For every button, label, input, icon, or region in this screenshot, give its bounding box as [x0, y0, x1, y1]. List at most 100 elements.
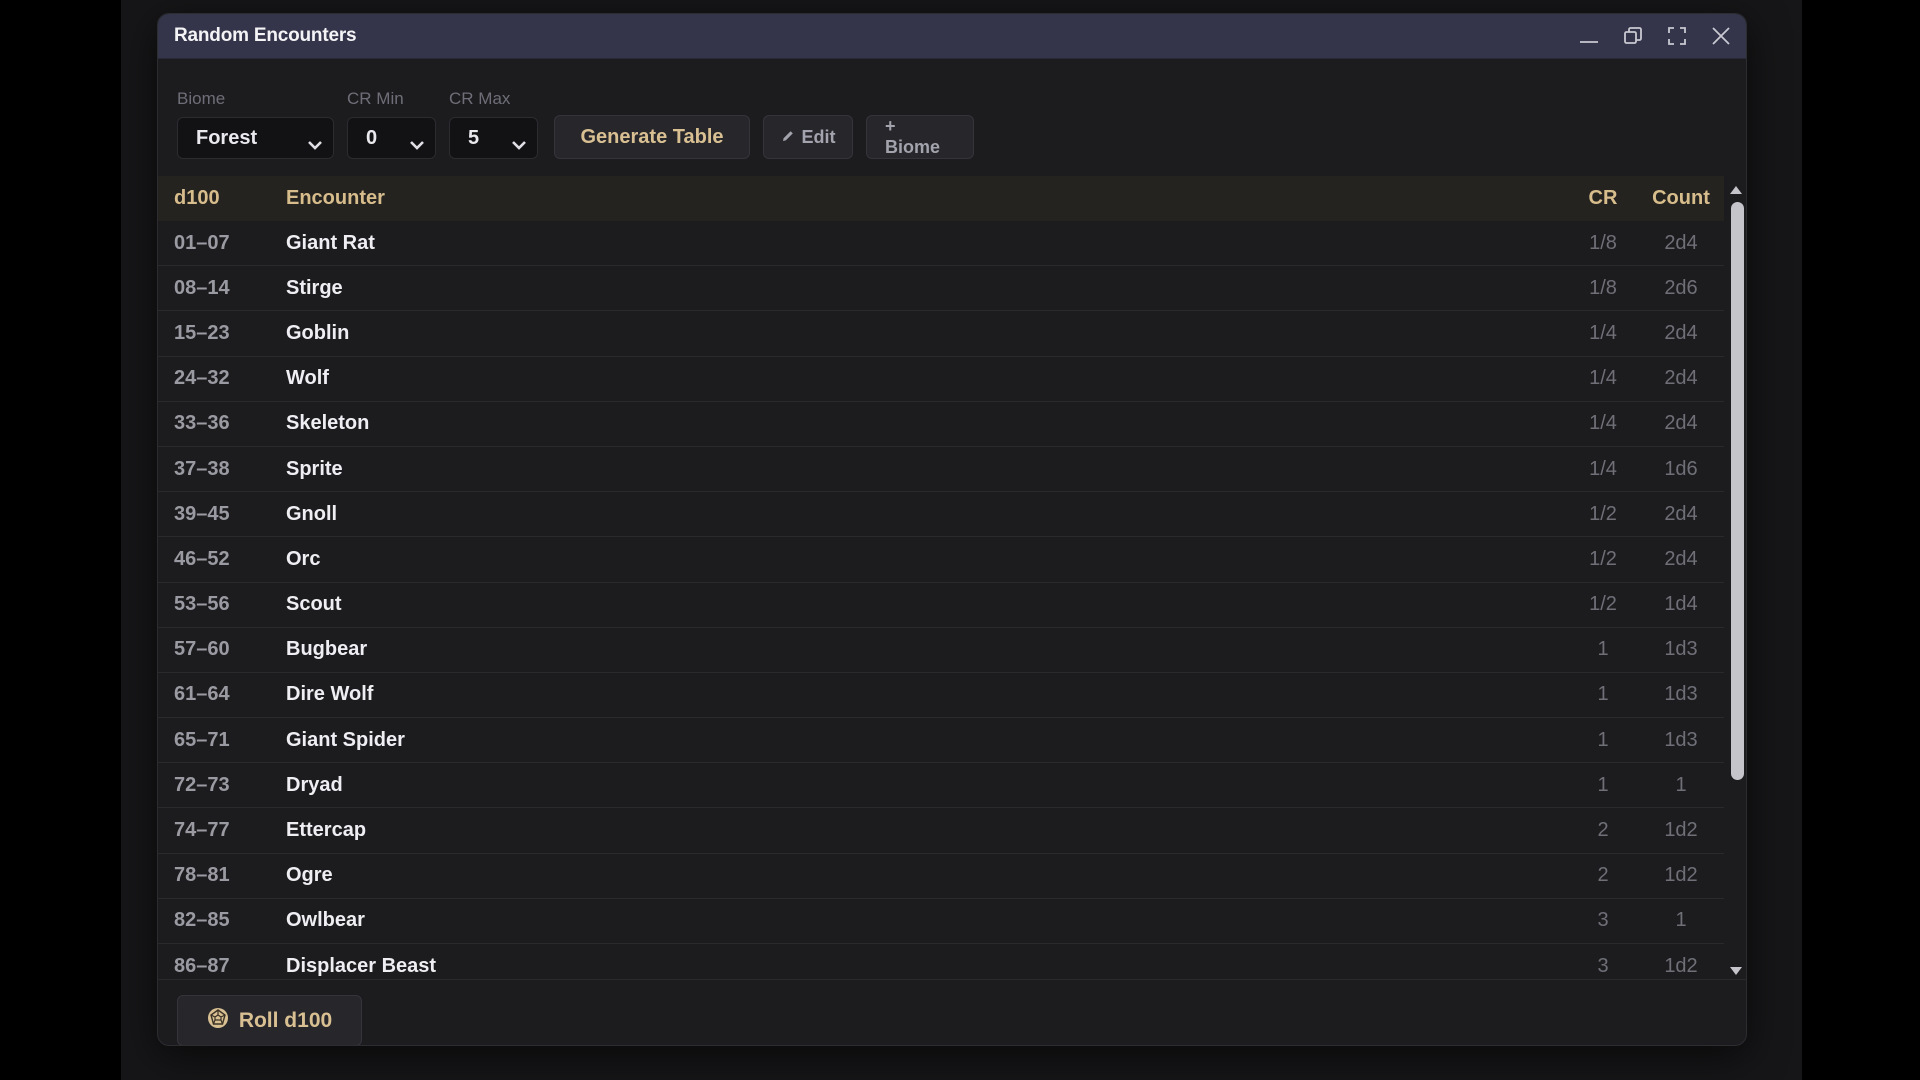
window-controls	[1578, 25, 1732, 47]
cell-cr: 1	[1597, 728, 1609, 751]
biome-field: Biome Forest	[177, 89, 334, 159]
roll-d100-button[interactable]: Roll d100	[177, 995, 362, 1045]
encounter-table: d100 Encounter CR Count 01–07 Giant Rat 1/…	[158, 176, 1746, 979]
table-row[interactable]: 24–32 Wolf 1/4 2d4	[158, 357, 1724, 402]
add-biome-button[interactable]: + Biome	[866, 115, 974, 159]
cr-max-label: CR Max	[449, 89, 511, 108]
cell-cr: 2	[1597, 819, 1609, 842]
table-row[interactable]: 01–07 Giant Rat 1/8 2d4	[158, 221, 1724, 267]
table-row[interactable]: 08–14 Stirge 1/8 2d6	[158, 266, 1724, 312]
table-scrollbar[interactable]	[1724, 176, 1746, 979]
cell-range: 57–60	[174, 638, 230, 661]
cell-count: 2d4	[1664, 502, 1698, 525]
add-biome-label: + Biome	[885, 116, 941, 157]
cell-cr: 1/8	[1589, 231, 1617, 254]
table-row[interactable]: 46–52 Orc 1/2 2d4	[158, 537, 1724, 583]
cell-count: 2d4	[1664, 412, 1698, 435]
cell-range: 65–71	[174, 728, 230, 751]
close-icon[interactable]	[1710, 25, 1732, 47]
cell-range: 74–77	[174, 819, 230, 842]
table-row[interactable]: 82–85 Owlbear 3 1	[158, 899, 1724, 944]
table-row[interactable]: 53–56 Scout 1/2 1d4	[158, 583, 1724, 628]
cell-range: 24–32	[174, 367, 230, 390]
table-row[interactable]: 86–87 Displacer Beast 3 1d2	[158, 944, 1724, 979]
cell-range: 15–23	[174, 321, 230, 344]
table-row[interactable]: 61–64 Dire Wolf 1 1d3	[158, 673, 1724, 719]
cell-cr: 1/2	[1589, 593, 1617, 616]
random-encounters-window: Random Encounters Biome Forest CR Min 0 …	[157, 13, 1747, 1046]
cell-cr: 1/8	[1589, 276, 1617, 299]
scrollbar-thumb[interactable]	[1731, 202, 1744, 780]
cell-count: 1d3	[1664, 683, 1698, 706]
cell-range: 37–38	[174, 457, 230, 480]
cell-cr: 1/2	[1589, 502, 1617, 525]
filter-toolbar: Biome Forest CR Min 0 CR Max 5 Generate …	[158, 59, 1746, 175]
chevron-down-icon	[409, 133, 425, 150]
cell-cr: 1/4	[1589, 457, 1617, 480]
edit-label: Edit	[801, 126, 836, 147]
table-row[interactable]: 39–45 Gnoll 1/2 2d4	[158, 492, 1724, 538]
cell-encounter: Dire Wolf	[286, 683, 374, 706]
cell-range: 53–56	[174, 593, 230, 616]
minimize-icon[interactable]	[1578, 25, 1600, 47]
cell-cr: 1	[1597, 683, 1609, 706]
column-header-cr[interactable]: CR	[1564, 187, 1642, 210]
column-header-d100[interactable]: d100	[158, 187, 286, 210]
dice-icon	[207, 1007, 229, 1035]
cell-count: 1d2	[1664, 819, 1698, 842]
cell-cr: 1/4	[1589, 412, 1617, 435]
chevron-down-icon	[307, 133, 323, 150]
table-row[interactable]: 74–77 Ettercap 2 1d2	[158, 808, 1724, 854]
cell-range: 33–36	[174, 412, 230, 435]
cell-encounter: Ettercap	[286, 819, 367, 842]
cell-encounter: Goblin	[286, 321, 350, 344]
cell-encounter: Skeleton	[286, 412, 370, 435]
table-row[interactable]: 65–71 Giant Spider 1 1d3	[158, 718, 1724, 764]
biome-value: Forest	[196, 126, 258, 149]
cell-encounter: Wolf	[286, 367, 329, 390]
cr-max-value: 5	[468, 126, 480, 149]
generate-table-button[interactable]: Generate Table	[554, 115, 750, 159]
cell-cr: 1/4	[1589, 321, 1617, 344]
window-title: Random Encounters	[174, 25, 357, 46]
cell-count: 2d4	[1664, 321, 1698, 344]
cell-count: 1	[1675, 773, 1687, 796]
cr-max-select[interactable]: 5	[449, 117, 538, 159]
cell-encounter: Bugbear	[286, 638, 368, 661]
restore-icon[interactable]	[1622, 25, 1644, 47]
cell-encounter: Owlbear	[286, 909, 365, 932]
scroll-down-arrow-icon[interactable]	[1729, 963, 1743, 975]
table-row[interactable]: 72–73 Dryad 1 1	[158, 763, 1724, 809]
cell-cr: 1/4	[1589, 367, 1617, 390]
cell-range: 46–52	[174, 547, 230, 570]
generate-table-label: Generate Table	[580, 125, 724, 148]
cell-count: 1	[1675, 909, 1687, 932]
scroll-up-arrow-icon[interactable]	[1729, 182, 1743, 194]
table-row[interactable]: 33–36 Skeleton 1/4 2d4	[158, 402, 1724, 447]
cell-encounter: Ogre	[286, 864, 333, 887]
column-header-count[interactable]: Count	[1642, 187, 1724, 210]
biome-select[interactable]: Forest	[177, 117, 334, 159]
cell-encounter: Orc	[286, 547, 321, 570]
column-header-encounter[interactable]: Encounter	[286, 187, 1564, 210]
cr-min-select[interactable]: 0	[347, 117, 436, 159]
edit-button[interactable]: Edit	[763, 115, 853, 159]
cell-count: 1d3	[1664, 638, 1698, 661]
maximize-icon[interactable]	[1666, 25, 1688, 47]
cr-min-field: CR Min 0	[347, 89, 436, 159]
table-header-row: d100 Encounter CR Count	[158, 176, 1724, 221]
cell-encounter: Gnoll	[286, 502, 338, 525]
cell-range: 01–07	[174, 231, 230, 254]
chevron-down-icon	[511, 133, 527, 150]
cell-cr: 3	[1597, 909, 1609, 932]
table-row[interactable]: 57–60 Bugbear 1 1d3	[158, 628, 1724, 673]
table-row[interactable]: 37–38 Sprite 1/4 1d6	[158, 447, 1724, 493]
table-row[interactable]: 78–81 Ogre 2 1d2	[158, 854, 1724, 899]
cr-min-label: CR Min	[347, 89, 404, 108]
window-titlebar[interactable]: Random Encounters	[158, 14, 1746, 59]
table-body: 01–07 Giant Rat 1/8 2d4 08–14 Stirge 1/8 2d6 1…	[158, 221, 1724, 979]
cell-count: 1d6	[1664, 457, 1698, 480]
cell-count: 2d4	[1664, 547, 1698, 570]
cell-range: 82–85	[174, 909, 230, 932]
table-row[interactable]: 15–23 Goblin 1/4 2d4	[158, 311, 1724, 357]
